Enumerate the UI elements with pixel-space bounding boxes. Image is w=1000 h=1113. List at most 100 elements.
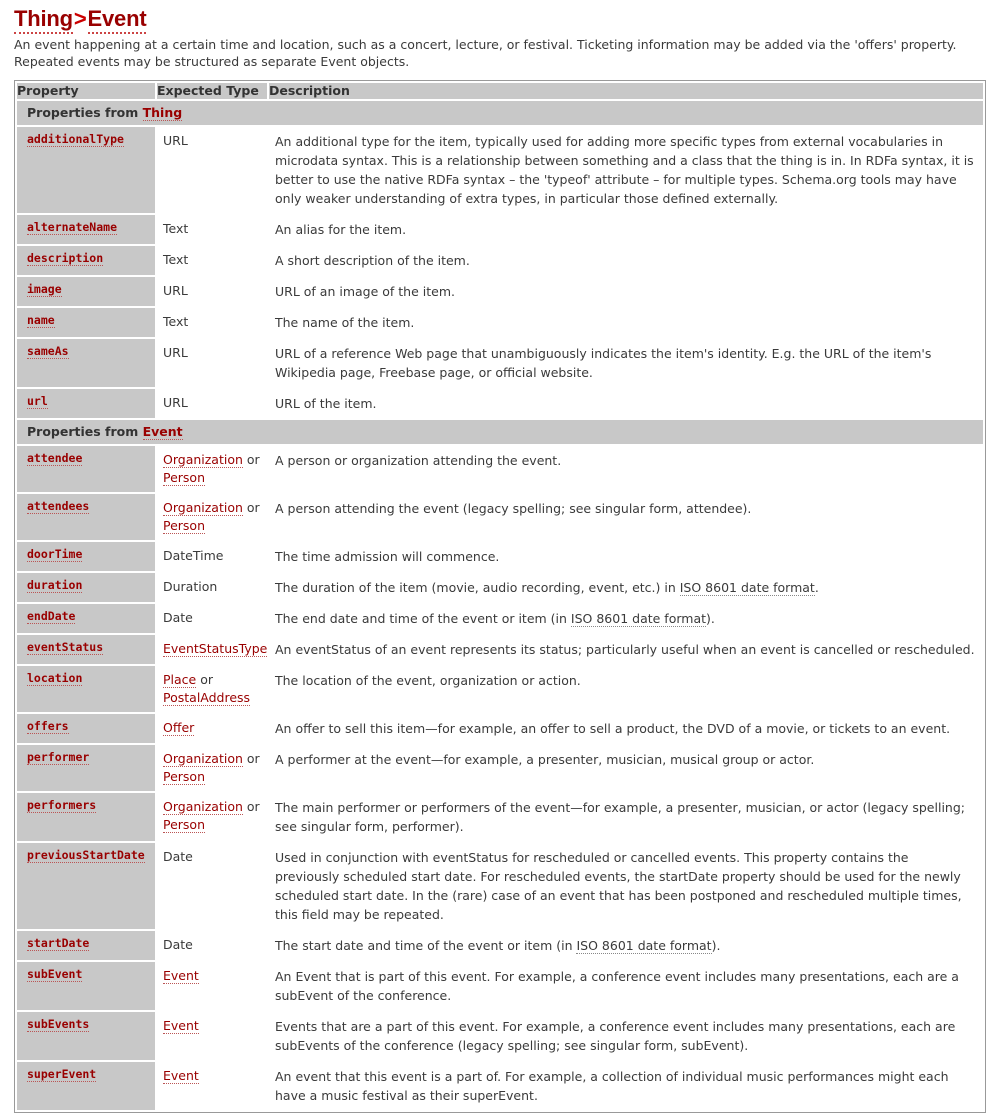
description-cell: An alias for the item. [269,215,983,244]
type-conjunction: or [242,452,260,467]
table-row: alternateName Text An alias for the item. [17,215,983,244]
property-link-superEvent[interactable]: superEvent [27,1067,97,1082]
type-link-person[interactable]: Person [163,518,206,534]
type-link-offer[interactable]: Offer [163,720,195,736]
property-link-startDate[interactable]: startDate [27,936,90,951]
property-name-wrap: attendee [17,446,155,471]
property-link-sameAs[interactable]: sameAs [27,344,69,359]
property-link-alternateName[interactable]: alternateName [27,220,118,235]
table-row: performer Organization or Person A perform… [17,745,983,791]
property-link-previousStartDate[interactable]: previousStartDate [27,848,145,863]
property-name-cell: url [17,389,155,418]
type-description: An event happening at a certain time and… [14,37,957,69]
description-text: An alias for the item. [275,222,407,237]
property-name-cell: sameAs [17,339,155,387]
description-text: URL of an image of the item. [275,284,455,299]
section-link-event[interactable]: Event [142,424,183,440]
property-name-cell: performer [17,745,155,791]
expected-type-cell: URL [157,277,267,306]
property-link-subEvent[interactable]: subEvent [27,967,83,982]
property-name-cell: subEvent [17,962,155,1010]
expected-type-cell: Offer [157,714,267,743]
expected-type-cell: Organization or Person [157,446,267,492]
property-link-attendees[interactable]: attendees [27,499,90,514]
type-link-event[interactable]: Event [163,968,199,984]
expected-type-cell: Place or PostalAddress [157,666,267,712]
property-name-cell: attendee [17,446,155,492]
description-cell: An Event that is part of this event. For… [269,962,983,1010]
type-text: Date [163,937,193,952]
expected-type-cell: Date [157,604,267,633]
property-name-cell: subEvents [17,1012,155,1060]
type-link-organization[interactable]: Organization [163,500,243,516]
property-name-cell: name [17,308,155,337]
table-row: sameAs URL URL of a reference Web page tha… [17,339,983,387]
type-link-organization[interactable]: Organization [163,452,243,468]
table-row: attendee Organization or Person A person o… [17,446,983,492]
property-link-eventStatus[interactable]: eventStatus [27,640,104,655]
section-header-row: Properties from Thing [17,101,983,125]
type-conjunction: or [242,500,260,515]
breadcrumb-link-event[interactable]: Event [87,6,147,34]
property-link-performer[interactable]: performer [27,750,90,765]
property-name-wrap: doorTime [17,542,155,567]
type-link-event[interactable]: Event [163,1018,199,1034]
type-link-event[interactable]: Event [163,1068,199,1084]
table-header: Property Expected Type Description [17,83,983,99]
property-link-url[interactable]: url [27,394,48,409]
property-name-wrap: duration [17,573,155,598]
type-link-postaladdress[interactable]: PostalAddress [163,690,251,706]
description-cell: A short description of the item. [269,246,983,275]
property-link-doorTime[interactable]: doorTime [27,547,83,562]
expected-type-cell: Text [157,246,267,275]
description-cell: Events that are a part of this event. Fo… [269,1012,983,1060]
property-name-wrap: performers [17,793,155,818]
description-cell: The end date and time of the event or it… [269,604,983,633]
section-link-thing[interactable]: Thing [142,105,183,121]
type-link-organization[interactable]: Organization [163,799,243,815]
type-link-eventstatustype[interactable]: EventStatusType [163,641,268,657]
description-cell: URL of an image of the item. [269,277,983,306]
property-link-performers[interactable]: performers [27,798,97,813]
column-header-expected-type: Expected Type [157,83,267,99]
expected-type-cell: Date [157,843,267,929]
description-inline-link[interactable]: ISO 8601 date format [679,580,815,596]
property-link-name[interactable]: name [27,313,55,328]
property-link-duration[interactable]: duration [27,578,83,593]
type-link-organization[interactable]: Organization [163,751,243,767]
type-text: Text [163,252,189,267]
section-label-prefix: Properties from [27,424,143,439]
property-name-wrap: location [17,666,155,691]
description-inline-link[interactable]: ISO 8601 date format [576,938,712,954]
property-link-description[interactable]: description [27,251,104,266]
section-header-cell: Properties from Thing [17,101,983,125]
description-text: . [814,580,819,595]
column-header-description: Description [269,83,983,99]
description-text: An event that this event is a part of. F… [275,1069,949,1103]
table-body: Properties from Thing additionalType URL An… [17,101,983,1110]
type-link-person[interactable]: Person [163,470,206,486]
description-text: Events that are a part of this event. Fo… [275,1019,956,1053]
property-link-additionalType[interactable]: additionalType [27,132,124,147]
property-link-image[interactable]: image [27,282,62,297]
property-link-endDate[interactable]: endDate [27,609,76,624]
property-link-offers[interactable]: offers [27,719,69,734]
description-cell: An eventStatus of an event represents it… [269,635,983,664]
property-link-subEvents[interactable]: subEvents [27,1017,90,1032]
expected-type-cell: URL [157,127,267,213]
property-link-attendee[interactable]: attendee [27,451,83,466]
type-link-place[interactable]: Place [163,672,197,688]
property-name-cell: duration [17,573,155,602]
description-text: The start date and time of the event or … [275,938,577,953]
property-link-location[interactable]: location [27,671,83,686]
type-link-person[interactable]: Person [163,769,206,785]
description-inline-link[interactable]: ISO 8601 date format [570,611,707,627]
breadcrumb-link-thing[interactable]: Thing [14,6,73,34]
expected-type-cell: Text [157,215,267,244]
expected-type-cell: Duration [157,573,267,602]
description-text: The duration of the item (movie, audio r… [275,580,680,595]
property-name-cell: location [17,666,155,712]
property-name-wrap: superEvent [17,1062,155,1087]
type-link-person[interactable]: Person [163,817,206,833]
table-header-row: Property Expected Type Description [17,83,983,99]
